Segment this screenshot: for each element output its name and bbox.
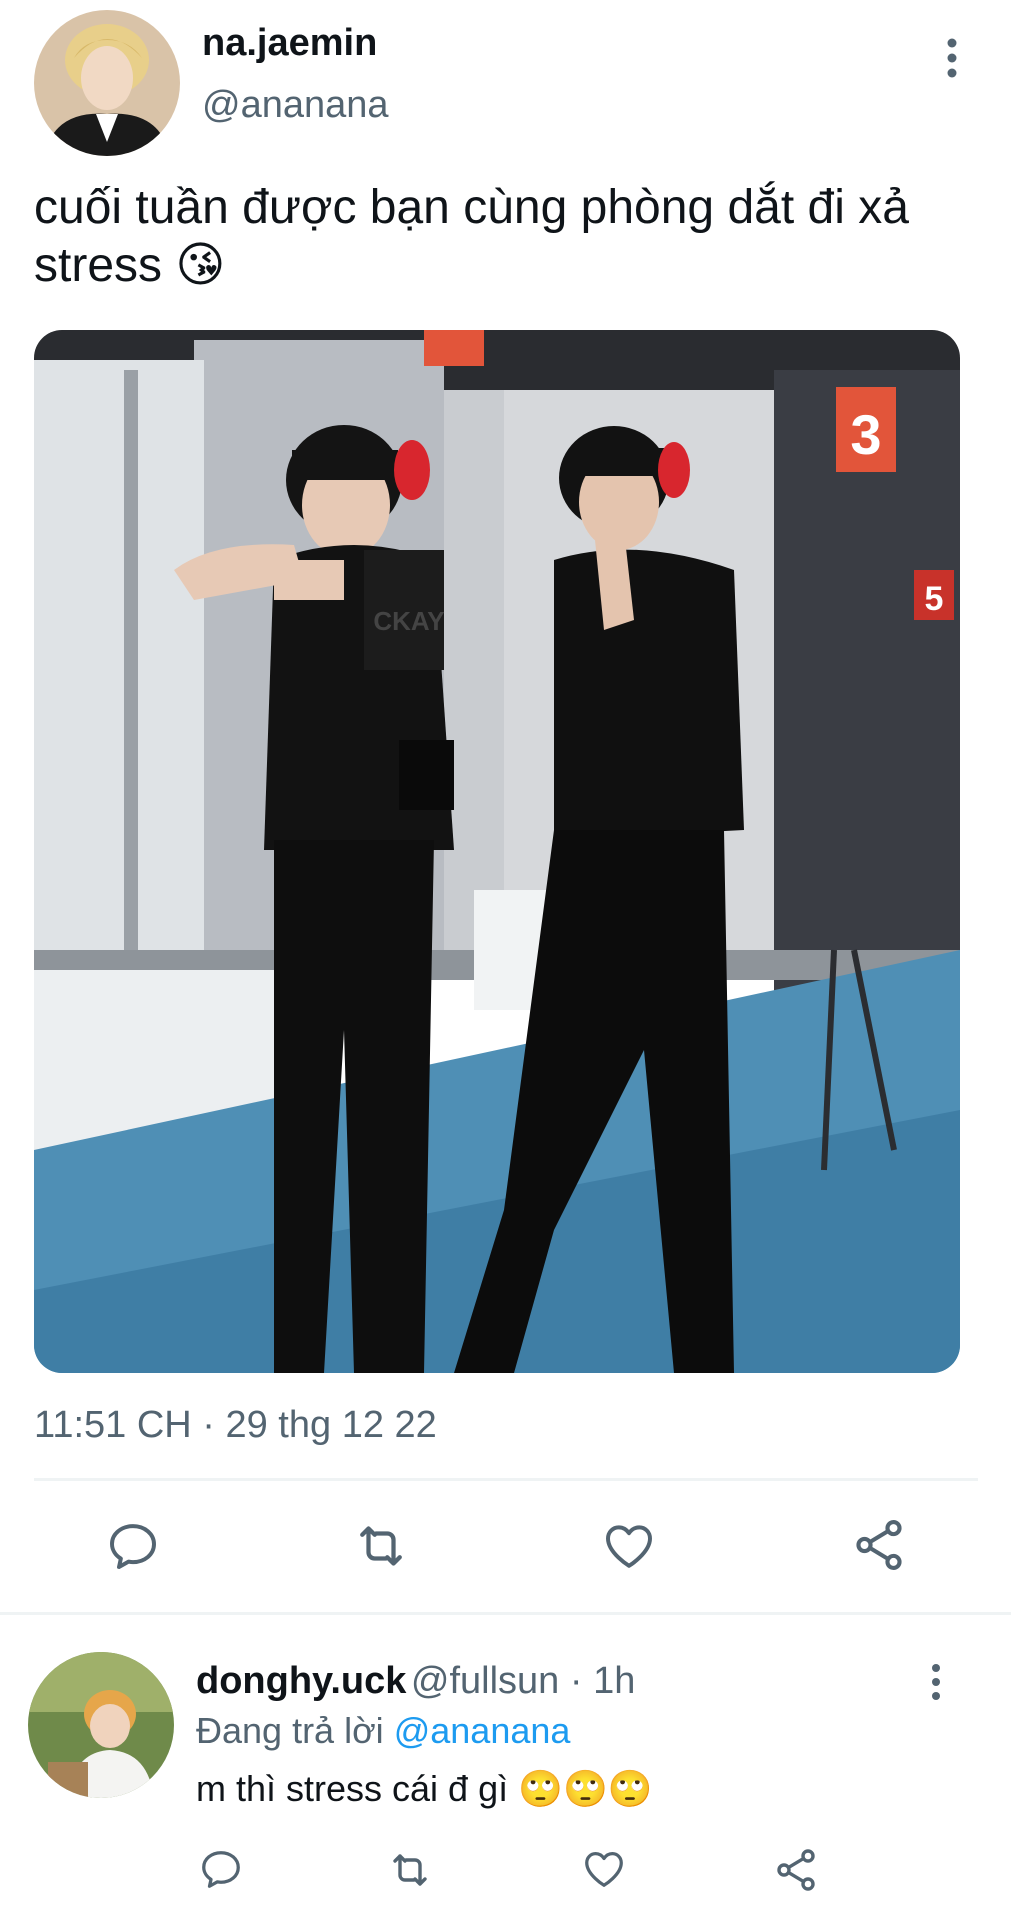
eye-roll-emojis: 🙄🙄🙄	[518, 1768, 653, 1809]
reply-reply-icon[interactable]	[198, 1846, 244, 1892]
divider	[34, 1478, 978, 1481]
reply-retweet-icon[interactable]	[384, 1846, 436, 1894]
reply-handle[interactable]: @fullsun · 1h	[411, 1660, 635, 1702]
retweet-icon[interactable]	[350, 1516, 412, 1576]
range-sign-top	[424, 330, 484, 366]
share-icon[interactable]	[850, 1516, 908, 1574]
tweet-text-line-2: stress 😘	[34, 238, 984, 294]
like-icon[interactable]	[600, 1518, 658, 1574]
replying-prefix: Đang trả lời	[196, 1710, 384, 1751]
more-options-icon[interactable]	[938, 36, 966, 80]
tweet-timestamp[interactable]: 11:51 CH · 29 thg 12 22	[34, 1404, 437, 1447]
tweet-photo[interactable]: 3 5 CKAY	[34, 330, 960, 1373]
reply-text-body: m thì stress cái đ gì	[196, 1768, 509, 1809]
reply-icon[interactable]	[105, 1518, 161, 1574]
photo-illustration: 3 5 CKAY	[34, 330, 960, 1373]
tweet-text-word: stress	[34, 239, 163, 292]
reply-text: m thì stress cái đ gì 🙄🙄🙄	[196, 1768, 653, 1810]
replying-to-link[interactable]: @ananana	[394, 1710, 571, 1751]
avatar[interactable]	[34, 10, 180, 156]
reply-like-icon[interactable]	[580, 1846, 628, 1892]
kiss-emoji: 😘	[175, 239, 226, 292]
range-sign-5-label: 5	[925, 580, 944, 618]
display-name[interactable]: na.jaemin	[202, 22, 377, 65]
tweet-text: cuối tuần được bạn cùng phòng dắt đi xả …	[34, 180, 984, 294]
shirt-print: CKAY	[373, 606, 444, 636]
reply-more-options-icon[interactable]	[922, 1662, 950, 1702]
reply-avatar[interactable]	[28, 1652, 174, 1798]
section-separator	[0, 1612, 1011, 1615]
reply-share-icon[interactable]	[772, 1846, 820, 1894]
reply-display-name[interactable]: donghy.uck	[196, 1660, 406, 1702]
handle[interactable]: @ananana	[202, 84, 389, 127]
replying-to: Đang trả lời @ananana	[196, 1710, 570, 1752]
range-sign-3-label: 3	[850, 403, 881, 466]
reply-header: donghy.uck @fullsun · 1h	[196, 1660, 635, 1703]
tweet-text-line-1: cuối tuần được bạn cùng phòng dắt đi xả	[34, 181, 909, 234]
